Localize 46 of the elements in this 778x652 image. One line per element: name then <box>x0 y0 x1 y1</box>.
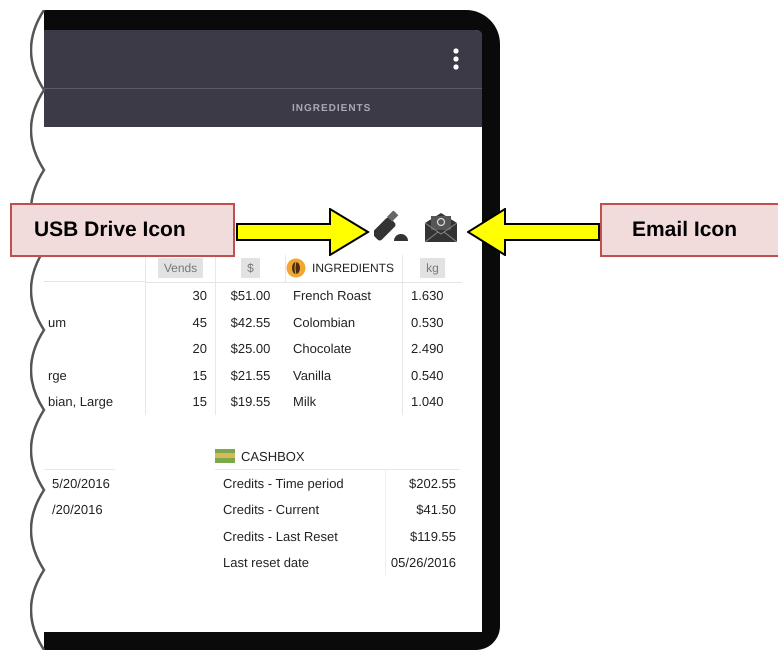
vends-cell: 20 <box>145 336 215 362</box>
cashbox-label: Credits - Current <box>222 501 320 520</box>
kg-cell: 1.040 <box>402 388 462 415</box>
email-icon[interactable] <box>424 211 458 243</box>
ingredient-cell-text: Colombian <box>292 314 356 332</box>
callout-label: USB Drive Icon <box>10 203 235 257</box>
ingredient-cell-text: Chocolate <box>292 340 353 358</box>
cashbox-label: Credits - Last Reset <box>222 528 339 546</box>
vends-cell: 15 <box>145 388 215 415</box>
cashbox-value: $202.55 <box>385 469 460 496</box>
coffee-bean-icon <box>286 258 306 278</box>
column-header: $ <box>241 258 260 278</box>
column-header: kg <box>420 258 445 278</box>
vends-cell: 45 <box>145 309 215 336</box>
amount-cell: $19.55 <box>215 388 285 415</box>
product-name: rge <box>48 368 67 383</box>
ingredient-cell-text: Milk <box>292 393 318 412</box>
kg-cell: 1.630 <box>402 282 462 309</box>
amount-cell: $51.00 <box>215 282 285 309</box>
cashbox-value: $41.50 <box>385 496 460 523</box>
amount-cell: $25.00 <box>215 336 285 362</box>
more-menu-icon[interactable] <box>452 48 460 70</box>
cashbox-title: CASHBOX <box>241 448 305 464</box>
ingredient-cell-text: French Roast <box>292 287 372 306</box>
cashbox-value: 05/26/2016 <box>385 550 460 576</box>
kg-cell: 2.490 <box>402 336 462 362</box>
cashbox-value: $119.55 <box>385 523 460 550</box>
cashbox-label: Last reset date <box>222 554 310 572</box>
vends-cell: 15 <box>145 362 215 388</box>
kg-cell: 0.530 <box>402 309 462 336</box>
column-header: Vends <box>158 258 204 278</box>
product-name: um <box>48 314 66 330</box>
usb-drive-icon[interactable] <box>374 211 408 243</box>
callout-label: Email Icon <box>600 203 778 257</box>
cash-icon <box>215 449 235 463</box>
date-text: 5/20/2016 <box>52 476 110 491</box>
amount-cell: $21.55 <box>215 362 285 388</box>
column-header: INGREDIENTS <box>312 261 394 276</box>
ingredients-tab[interactable]: INGREDIENTS <box>292 102 372 114</box>
ingredient-cell-text: Vanilla <box>292 366 332 385</box>
amount-cell: $42.55 <box>215 309 285 336</box>
kg-cell: 0.540 <box>402 362 462 388</box>
vends-cell: 30 <box>145 282 215 309</box>
date-text: /20/2016 <box>52 502 103 518</box>
product-name: bian, Large <box>48 394 114 410</box>
cashbox-label: Credits - Time period <box>215 469 385 496</box>
